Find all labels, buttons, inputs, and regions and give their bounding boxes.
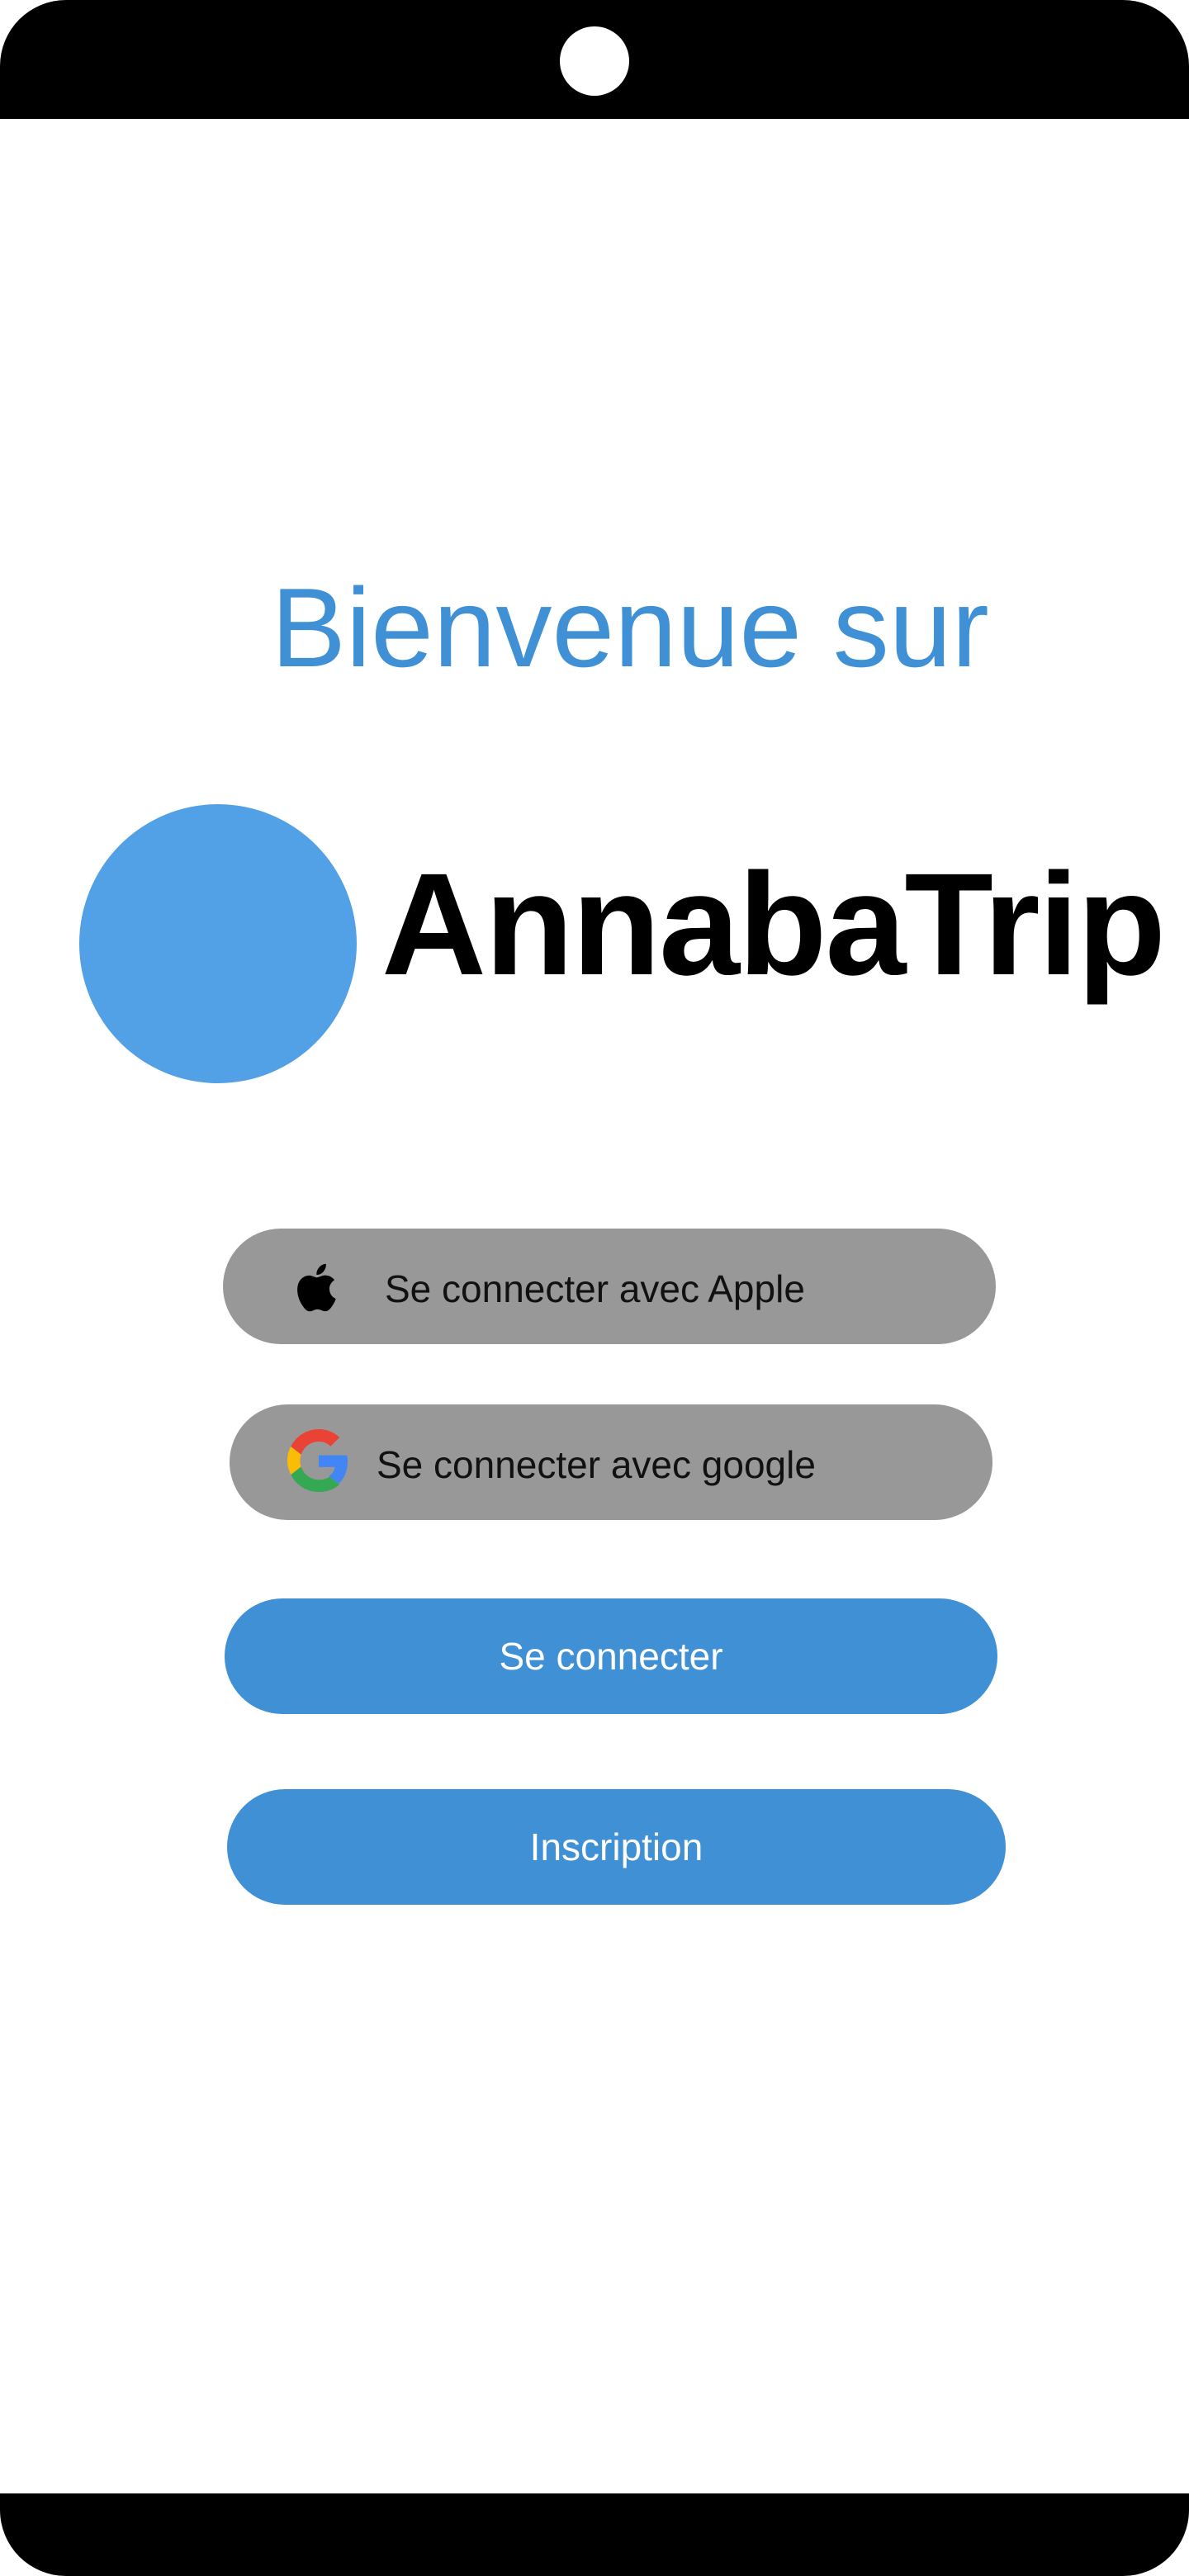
google-icon (287, 1429, 348, 1492)
google-login-button[interactable]: Se connecter avec google (230, 1404, 992, 1520)
signup-button[interactable]: Inscription (227, 1789, 1006, 1905)
navigation-bar (0, 2493, 1189, 2576)
camera-cutout (560, 26, 629, 96)
google-login-label: Se connecter avec google (377, 1443, 816, 1486)
welcome-title: Bienvenue sur (271, 565, 989, 690)
status-bar (0, 0, 1189, 119)
apple-login-button[interactable]: Se connecter avec Apple (223, 1229, 996, 1344)
apple-login-label: Se connecter avec Apple (385, 1267, 805, 1310)
login-button[interactable]: Se connecter (225, 1598, 997, 1714)
app-logo (79, 804, 357, 1083)
signup-button-label: Inscription (529, 1825, 703, 1868)
brand-name: AnnabaTrip (381, 844, 1166, 1006)
login-button-label: Se connecter (499, 1635, 723, 1678)
apple-icon (297, 1263, 336, 1312)
